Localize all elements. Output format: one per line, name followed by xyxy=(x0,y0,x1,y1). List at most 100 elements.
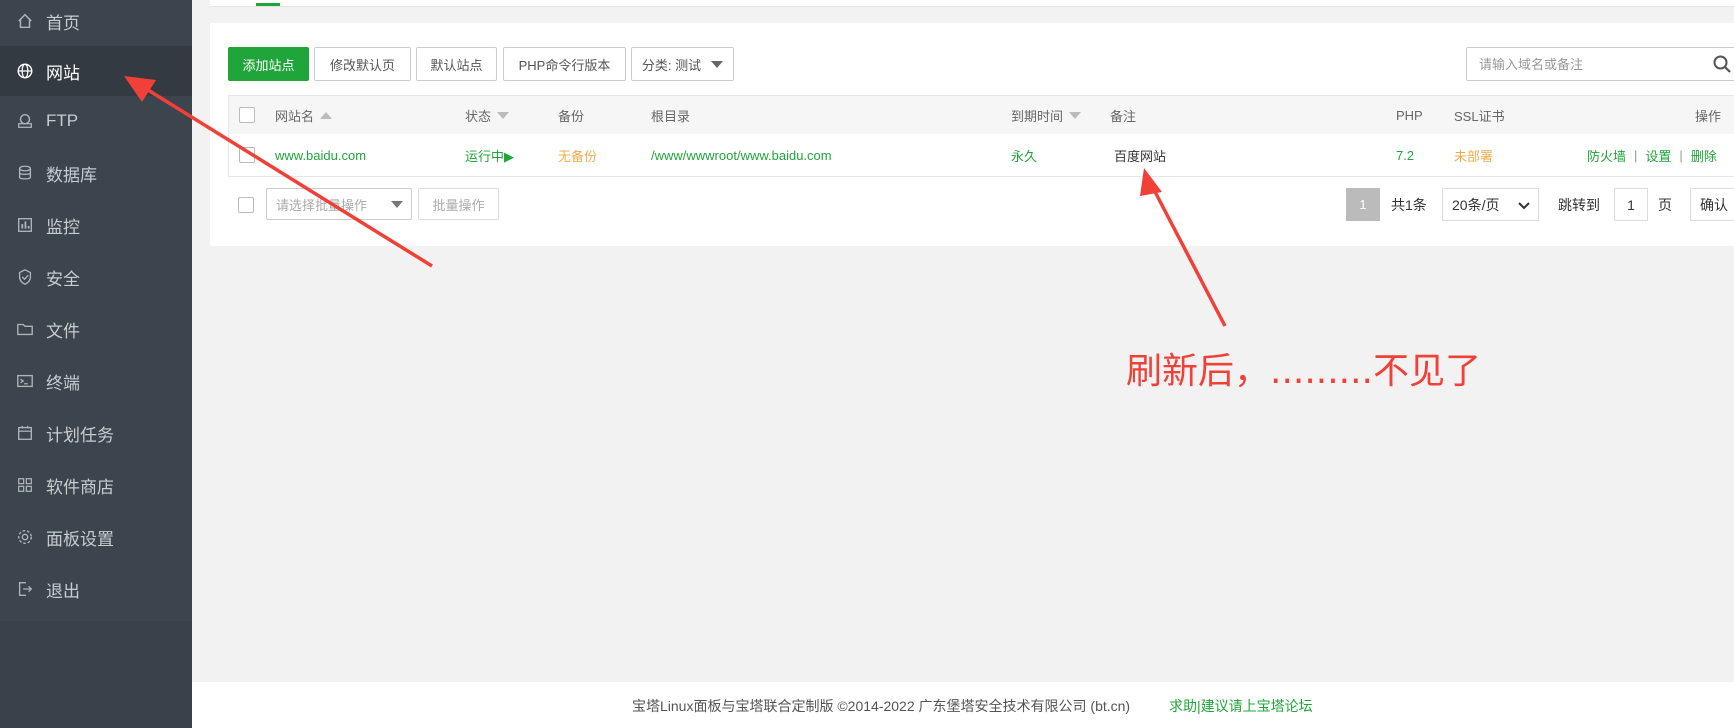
total-count: 共1条 xyxy=(1391,196,1427,213)
php-version-link[interactable]: 7.2 xyxy=(1396,134,1414,176)
firewall-link[interactable]: 防火墙 xyxy=(1587,146,1626,165)
page-unit-label: 页 xyxy=(1658,196,1672,213)
per-page-label: 20条/页 xyxy=(1452,196,1500,213)
database-icon xyxy=(15,163,35,183)
monitor-icon xyxy=(15,215,35,235)
sidebar-item-label: 安全 xyxy=(46,269,80,289)
select-all-checkbox-cell xyxy=(239,96,255,134)
sort-asc-icon xyxy=(320,111,333,119)
jump-page-input[interactable]: 1 xyxy=(1614,188,1648,221)
select-all-checkbox[interactable] xyxy=(239,107,255,123)
header-expire[interactable]: 到期时间 xyxy=(1011,96,1082,134)
header-ssl: SSL证书 xyxy=(1454,108,1505,124)
sidebar-item-label: 面板设置 xyxy=(46,529,114,549)
sidebar-item-terminal[interactable]: 终端 xyxy=(0,356,192,406)
batch-select-placeholder: 请选择批量操作 xyxy=(276,197,368,213)
calendar-icon xyxy=(15,423,35,443)
batch-action-select[interactable]: 请选择批量操作 xyxy=(266,188,412,220)
row-checkbox[interactable] xyxy=(239,147,255,163)
top-tab-strip xyxy=(210,0,1734,7)
sort-desc-icon xyxy=(497,111,510,119)
sidebar-item-label: 首页 xyxy=(46,13,80,33)
forum-help-link[interactable]: 求助|建议请上宝塔论坛 xyxy=(1169,696,1313,716)
header-actions: 操作 xyxy=(1695,108,1722,124)
sidebar-item-website[interactable]: 网站 xyxy=(0,46,192,96)
edit-default-page-button[interactable]: 修改默认页 xyxy=(314,47,411,81)
ftp-icon xyxy=(15,111,35,131)
sidebar-item-home[interactable]: 首页 xyxy=(0,0,192,46)
sidebar-item-files[interactable]: 文件 xyxy=(0,304,192,354)
active-tab-indicator xyxy=(256,3,280,6)
header-site-name[interactable]: 网站名 xyxy=(275,96,333,134)
note-field[interactable]: 百度网站 xyxy=(1114,134,1166,176)
globe-icon xyxy=(15,61,35,81)
header-note: 备注 xyxy=(1110,108,1137,124)
batch-select-all-checkbox[interactable] xyxy=(238,197,254,213)
action-separator: | xyxy=(1634,147,1638,163)
per-page-select[interactable]: 20条/页 xyxy=(1442,188,1539,221)
sidebar-item-label: 退出 xyxy=(46,581,80,601)
home-icon xyxy=(15,11,35,31)
sidebar-item-label: 终端 xyxy=(46,373,80,393)
folder-icon xyxy=(15,319,35,339)
default-site-button[interactable]: 默认站点 xyxy=(416,47,497,81)
sidebar-item-label: 网站 xyxy=(46,63,80,83)
sidebar-item-monitor[interactable]: 监控 xyxy=(0,200,192,250)
sidebar-item-security[interactable]: 安全 xyxy=(0,252,192,302)
sidebar-item-label: 数据库 xyxy=(46,165,97,185)
header-status[interactable]: 状态 xyxy=(465,96,510,134)
expire-link[interactable]: 永久 xyxy=(1011,134,1037,176)
delete-link[interactable]: 删除 xyxy=(1691,146,1717,165)
sidebar-item-database[interactable]: 数据库 xyxy=(0,148,192,198)
row-actions: 防火墙 | 设置 | 删除 xyxy=(1587,134,1717,176)
annotation-text: 刷新后，.........不见了 xyxy=(1126,351,1481,392)
header-site-name-label: 网站名 xyxy=(275,108,315,124)
page-current[interactable]: 1 xyxy=(1346,188,1380,221)
action-separator: | xyxy=(1679,147,1683,163)
chevron-down-icon xyxy=(391,201,403,208)
table-row: www.baidu.com 运行中▶ 无备份 /www/wwwroot/www.… xyxy=(228,134,1734,177)
logout-icon xyxy=(15,579,35,599)
sidebar: 首页 网站 FTP 数据库 监控 安全 文件 终端 计划任务 软件商店 面板设置… xyxy=(0,0,192,728)
backup-link[interactable]: 无备份 xyxy=(558,134,597,176)
chevron-down-icon xyxy=(711,60,724,68)
root-dir-link[interactable]: /www/wwwroot/www.baidu.com xyxy=(651,134,832,176)
terminal-icon xyxy=(15,371,35,391)
sidebar-item-label: 文件 xyxy=(46,321,80,341)
sort-desc-icon xyxy=(1069,111,1082,119)
status-running-toggle[interactable]: 运行中▶ xyxy=(465,134,514,176)
batch-action-button[interactable]: 批量操作 xyxy=(418,188,499,220)
apps-icon xyxy=(15,475,35,495)
search-icon[interactable] xyxy=(1712,54,1732,74)
shield-icon xyxy=(15,267,35,287)
ssl-status-link[interactable]: 未部署 xyxy=(1454,134,1493,176)
header-php: PHP xyxy=(1396,107,1423,123)
settings-link[interactable]: 设置 xyxy=(1645,146,1671,165)
jump-to-label: 跳转到 xyxy=(1558,196,1600,213)
site-name-link[interactable]: www.baidu.com xyxy=(275,134,366,176)
jump-confirm-button[interactable]: 确认 xyxy=(1690,188,1734,221)
category-label: 分类: 测试 xyxy=(641,57,702,73)
gear-icon xyxy=(15,527,35,547)
header-expire-label: 到期时间 xyxy=(1011,108,1064,124)
copyright-text: 宝塔Linux面板与宝塔联合定制版 ©2014-2022 广东堡塔安全技术有限公… xyxy=(632,698,1131,714)
sidebar-item-ftp[interactable]: FTP xyxy=(0,96,192,146)
category-dropdown[interactable]: 分类: 测试 xyxy=(631,47,734,81)
sidebar-item-label: 软件商店 xyxy=(46,477,114,497)
header-status-label: 状态 xyxy=(465,108,492,124)
sidebar-item-logout[interactable]: 退出 xyxy=(0,564,192,614)
sidebar-item-store[interactable]: 软件商店 xyxy=(0,460,192,510)
row-checkbox-cell xyxy=(239,134,255,176)
sidebar-item-panel-settings[interactable]: 面板设置 xyxy=(0,512,192,562)
add-site-button[interactable]: 添加站点 xyxy=(228,47,309,81)
header-backup: 备份 xyxy=(558,108,585,124)
sidebar-footer-area xyxy=(0,621,192,728)
footer: 宝塔Linux面板与宝塔联合定制版 ©2014-2022 广东堡塔安全技术有限公… xyxy=(192,682,1734,728)
table-header: 网站名 状态 备份 根目录 到期时间 备注 PHP SSL证书 操作 xyxy=(228,95,1734,135)
chevron-down-icon xyxy=(1518,202,1530,210)
sidebar-item-cron[interactable]: 计划任务 xyxy=(0,408,192,458)
sidebar-item-label: FTP xyxy=(46,111,79,130)
search-input[interactable] xyxy=(1477,48,1701,80)
search-box xyxy=(1466,47,1734,81)
php-cli-version-button[interactable]: PHP命令行版本 xyxy=(503,47,626,81)
